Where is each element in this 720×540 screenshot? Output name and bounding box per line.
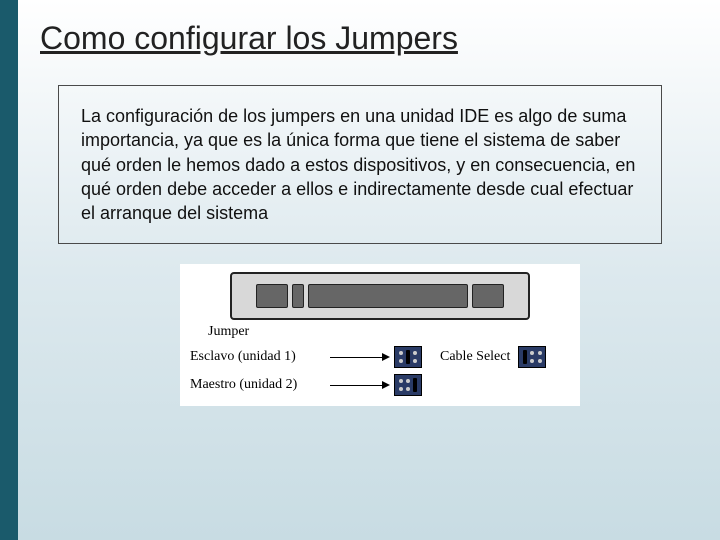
- aux-connector-icon: [472, 284, 504, 308]
- drive-rear-view: [230, 272, 530, 320]
- slide-content: Como configurar los Jumpers La configura…: [0, 0, 720, 540]
- description-text: La configuración de los jumpers en una u…: [81, 106, 635, 223]
- row-maestro: Maestro (unidad 2): [190, 374, 570, 396]
- jumper-block-cs: [518, 346, 546, 368]
- jumper-block-icon: [292, 284, 304, 308]
- jumper-diagram: Jumper Esclavo (unidad 1) Cable Select M…: [180, 264, 580, 406]
- jumper-block-esclavo: [394, 346, 422, 368]
- arrow-icon: [330, 351, 390, 363]
- label-esclavo: Esclavo (unidad 1): [190, 349, 330, 365]
- cable-select-group: Cable Select: [422, 346, 546, 368]
- arrow-icon: [330, 379, 390, 391]
- jumper-block-maestro: [394, 374, 422, 396]
- label-cable-select: Cable Select: [440, 349, 510, 365]
- ide-connector-icon: [308, 284, 468, 308]
- row-esclavo: Esclavo (unidad 1) Cable Select: [190, 346, 570, 368]
- slide-title: Como configurar los Jumpers: [40, 20, 690, 57]
- description-box: La configuración de los jumpers en una u…: [58, 85, 662, 244]
- label-maestro: Maestro (unidad 2): [190, 377, 330, 393]
- jumper-header-label: Jumper: [208, 324, 570, 340]
- power-connector-icon: [256, 284, 288, 308]
